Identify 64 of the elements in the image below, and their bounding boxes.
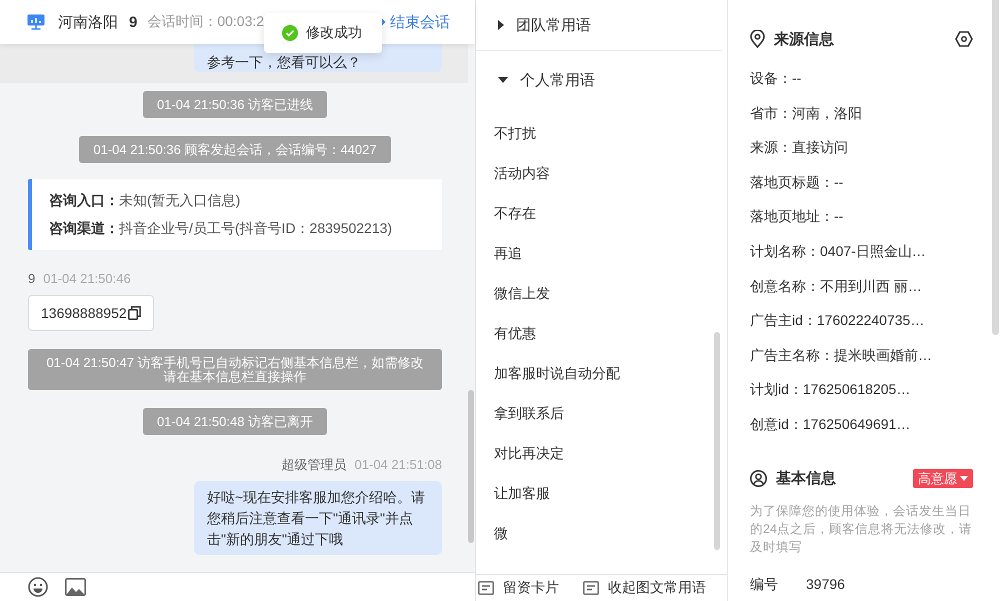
info-field: 省市：河南，洛阳 [750, 104, 862, 121]
field-label: 编号 [750, 574, 779, 594]
system-message: 01-04 21:50:36 顾客发起会话，会话编号：44027 [79, 136, 391, 163]
info-field: 来源：直接访问 [750, 139, 848, 156]
field-value: 39796 [806, 574, 845, 594]
info-field: 落地页标题：-- [750, 174, 844, 190]
section-title: 来源信息 [774, 30, 834, 48]
scrollbar-thumb[interactable] [992, 0, 999, 335]
document-icon [478, 581, 494, 595]
sender-name: 9 [28, 271, 36, 287]
phrase-item[interactable]: 拿到联系后 [476, 393, 727, 433]
phrase-item[interactable]: 微信上发 [476, 273, 727, 313]
phrase-item[interactable]: 让加客服 [476, 473, 727, 513]
phrase-action-button[interactable]: 收起图文常用语 [583, 579, 706, 597]
caret-icon [498, 77, 508, 83]
info-field: 计划名称：0407-日照金山… [750, 242, 926, 259]
section-title: 基本信息 [776, 469, 836, 488]
phrase-item[interactable]: 对比再决定 [476, 433, 727, 473]
location-text: 河南洛阳 [58, 12, 118, 32]
settings-icon[interactable] [955, 31, 973, 47]
sender-name: 超级管理员 [282, 457, 347, 473]
emoji-icon[interactable] [28, 577, 48, 597]
info-field: 广告主名称：提米映画婚前… [750, 346, 932, 363]
phrase-item[interactable]: 不打扰 [476, 113, 727, 153]
monitor-icon [27, 14, 45, 30]
info-field: 广告主id：176022240735… [750, 312, 924, 328]
copy-icon[interactable] [128, 306, 141, 320]
document-icon [583, 581, 599, 595]
phrase-item[interactable]: 活动内容 [476, 153, 727, 193]
phrase-item[interactable]: 加客服时说自动分配 [476, 353, 727, 393]
scrollbar-thumb[interactable] [714, 332, 720, 550]
phrase-group-header[interactable]: 个人常用语 [476, 60, 727, 100]
system-message: 01-04 21:50:48 访客已离开 [142, 408, 328, 435]
intent-tag-dropdown[interactable]: 高意愿 [913, 469, 973, 488]
system-message: 01-04 21:50:36 访客已进线 [142, 91, 328, 118]
phrase-item[interactable]: 再追 [476, 233, 727, 273]
info-field: 落地页地址：-- [750, 208, 844, 224]
user-circle-icon [750, 470, 767, 488]
caret-icon [498, 20, 504, 30]
phone-number: 13698888952 [41, 305, 127, 321]
phrase-item[interactable]: 有优惠 [476, 313, 727, 353]
info-field: 设备：-- [750, 70, 802, 86]
info-field: 创意名称：不用到川西 丽… [750, 278, 922, 294]
check-circle-icon [282, 25, 298, 41]
info-line: 咨询渠道：抖音企业号/员工号(抖音号ID：2839502213) [49, 219, 394, 238]
toast-text: 修改成功 [306, 24, 362, 42]
notice-text: 为了保障您的使用体验，会话发生当日的24点之后，顾客信息将无法修改，请及时填写 [750, 502, 973, 556]
phrase-item[interactable]: 不存在 [476, 193, 727, 233]
phrase-group-header[interactable]: 团队常用语 [476, 0, 727, 50]
info-field: 创意id：176250649691… [750, 416, 910, 432]
visitor-number: 9 [129, 14, 138, 30]
session-time-text: 会话时间：00:03:2 [147, 13, 264, 31]
caret-icon [960, 476, 968, 482]
message-time: 01-04 21:51:08 [354, 457, 442, 473]
image-icon[interactable] [65, 578, 86, 596]
location-pin-icon [750, 30, 765, 48]
info-line: 咨询入口：未知(暂无入口信息) [49, 191, 242, 210]
phrase-action-button[interactable]: 留资卡片 [478, 579, 559, 597]
message-time: 01-04 21:50:46 [43, 271, 131, 287]
message-bubble: 好哒~现在安排客服加您介绍哈。请您稍后注意查看一下"通讯录"并点击"新的朋友"通过下哦 [194, 481, 442, 555]
phrase-item[interactable]: 微 [476, 513, 727, 553]
scrollbar-thumb[interactable] [468, 390, 474, 543]
info-field: 计划id：176250618205… [750, 381, 910, 398]
system-message: 01-04 21:50:47 访客手机号已自动标记右侧基本信息栏，如需修改请在基本信息栏直接操作 [28, 349, 442, 390]
